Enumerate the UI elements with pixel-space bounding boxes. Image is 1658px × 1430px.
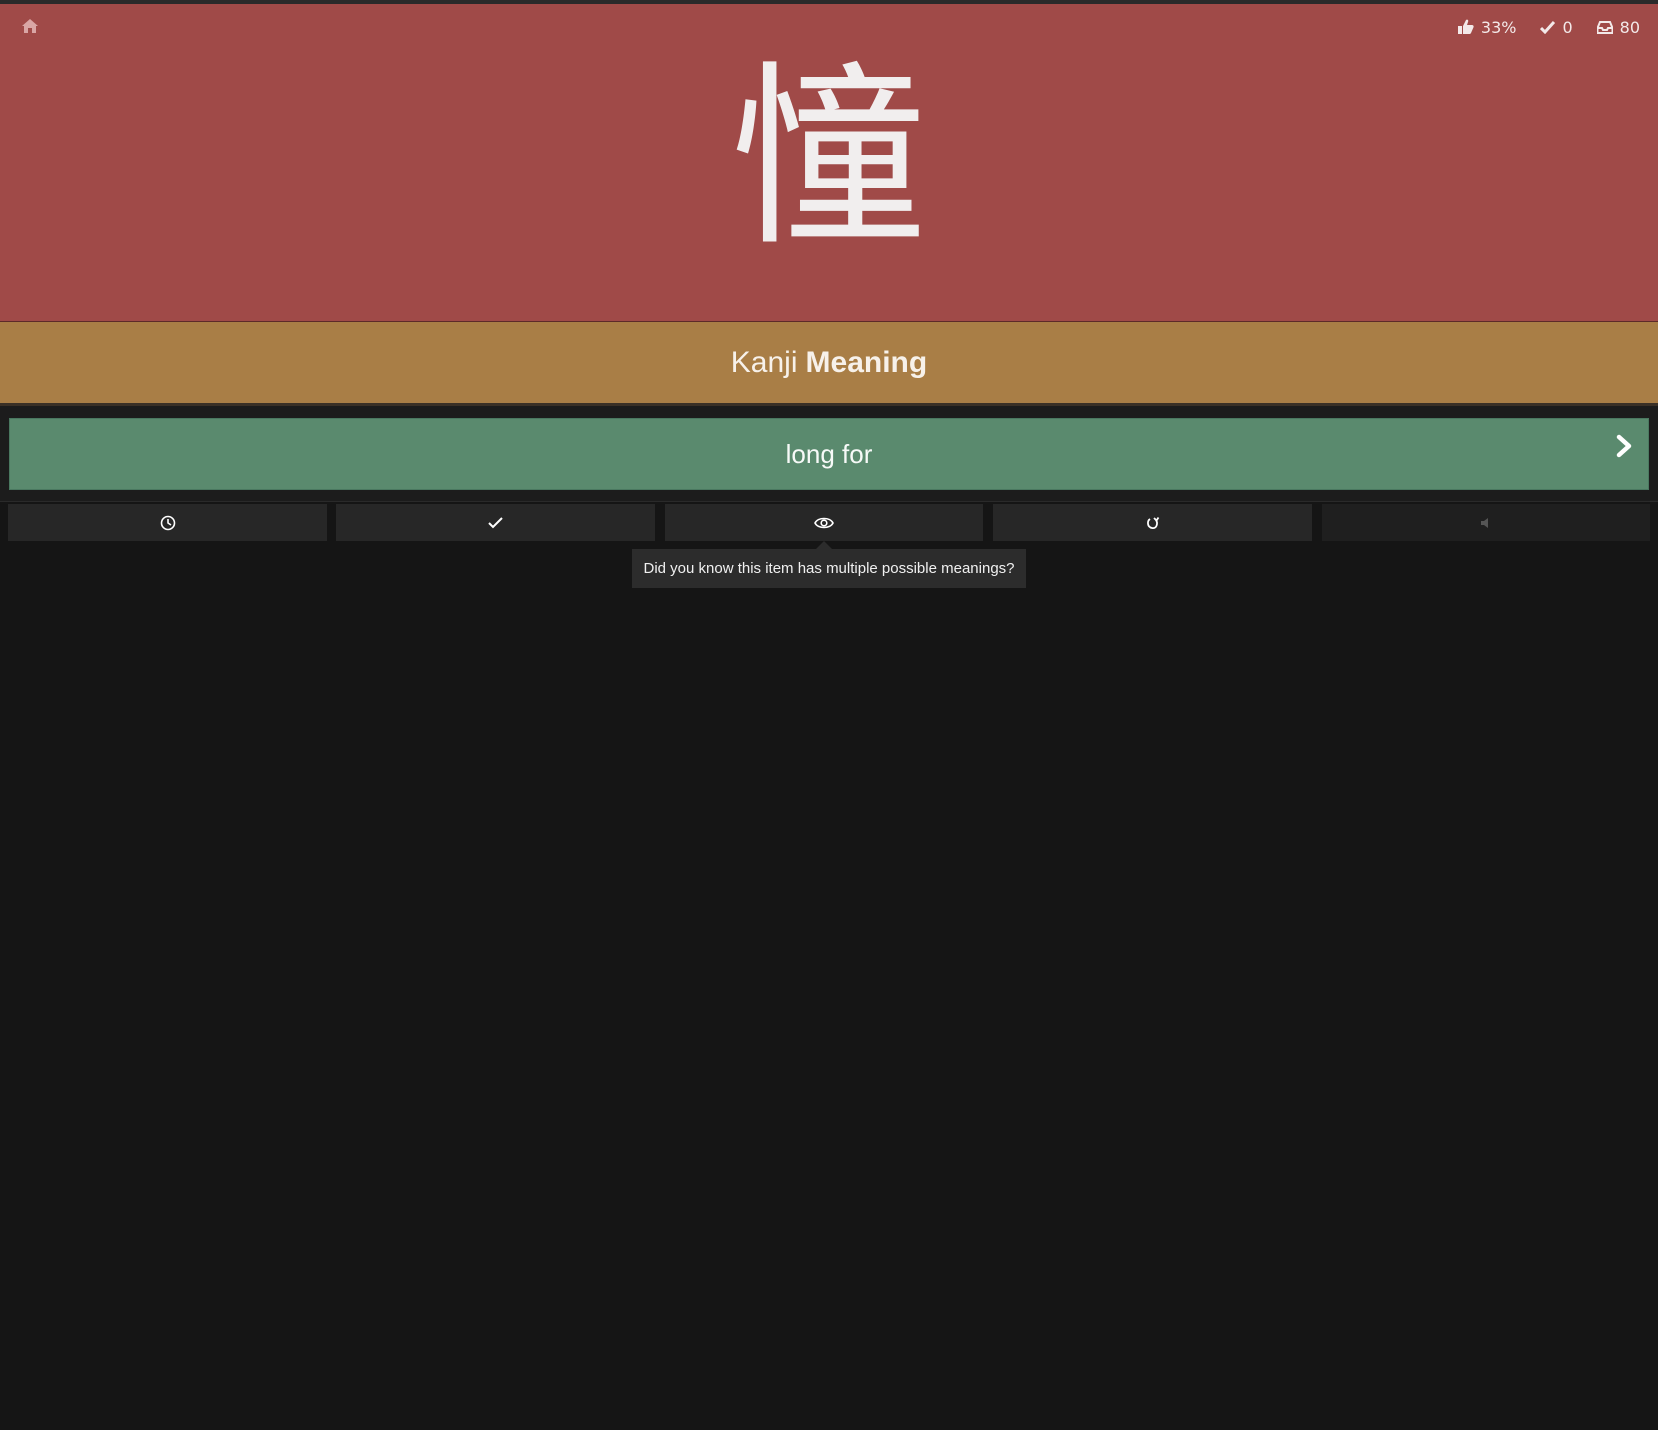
quiz-stats: 33% 0 80 — [1457, 16, 1640, 38]
check-icon — [488, 516, 503, 528]
mark-correct-button[interactable] — [336, 504, 655, 541]
answer-input[interactable] — [9, 418, 1649, 490]
additional-content-toolbar — [0, 501, 1658, 543]
home-icon — [22, 19, 38, 33]
last-items-button[interactable] — [8, 504, 327, 541]
thumbs-up-icon — [1457, 19, 1474, 34]
undo-icon — [1146, 516, 1159, 529]
character-header: 33% 0 80 憧 — [0, 4, 1658, 322]
kanji-character: 憧 — [730, 45, 927, 273]
clock-icon — [160, 515, 175, 530]
question-type-banner: Kanji Meaning — [0, 322, 1658, 406]
question-category: Meaning — [805, 345, 928, 379]
audio-button[interactable] — [1322, 504, 1650, 541]
submit-button[interactable] — [1616, 434, 1640, 474]
accuracy-stat: 33% — [1457, 17, 1517, 37]
eye-icon — [814, 517, 834, 528]
question-item-type: Kanji — [730, 345, 798, 379]
home-button[interactable] — [22, 18, 40, 36]
remaining-stat: 80 — [1596, 17, 1640, 37]
remaining-value: 80 — [1619, 17, 1640, 37]
check-icon — [1540, 20, 1556, 34]
multiple-meanings-tooltip: Did you know this item has multiple poss… — [632, 549, 1026, 588]
completed-stat: 0 — [1540, 17, 1573, 37]
item-info-button[interactable] — [665, 504, 983, 541]
speaker-icon — [1481, 517, 1488, 528]
inbox-icon — [1596, 20, 1613, 34]
tooltip-arrow — [816, 541, 832, 549]
accuracy-value: 33% — [1480, 17, 1517, 37]
chevron-right-icon — [1616, 434, 1632, 458]
completed-value: 0 — [1562, 17, 1573, 37]
retype-button[interactable] — [993, 504, 1312, 541]
answer-area — [0, 406, 1658, 502]
